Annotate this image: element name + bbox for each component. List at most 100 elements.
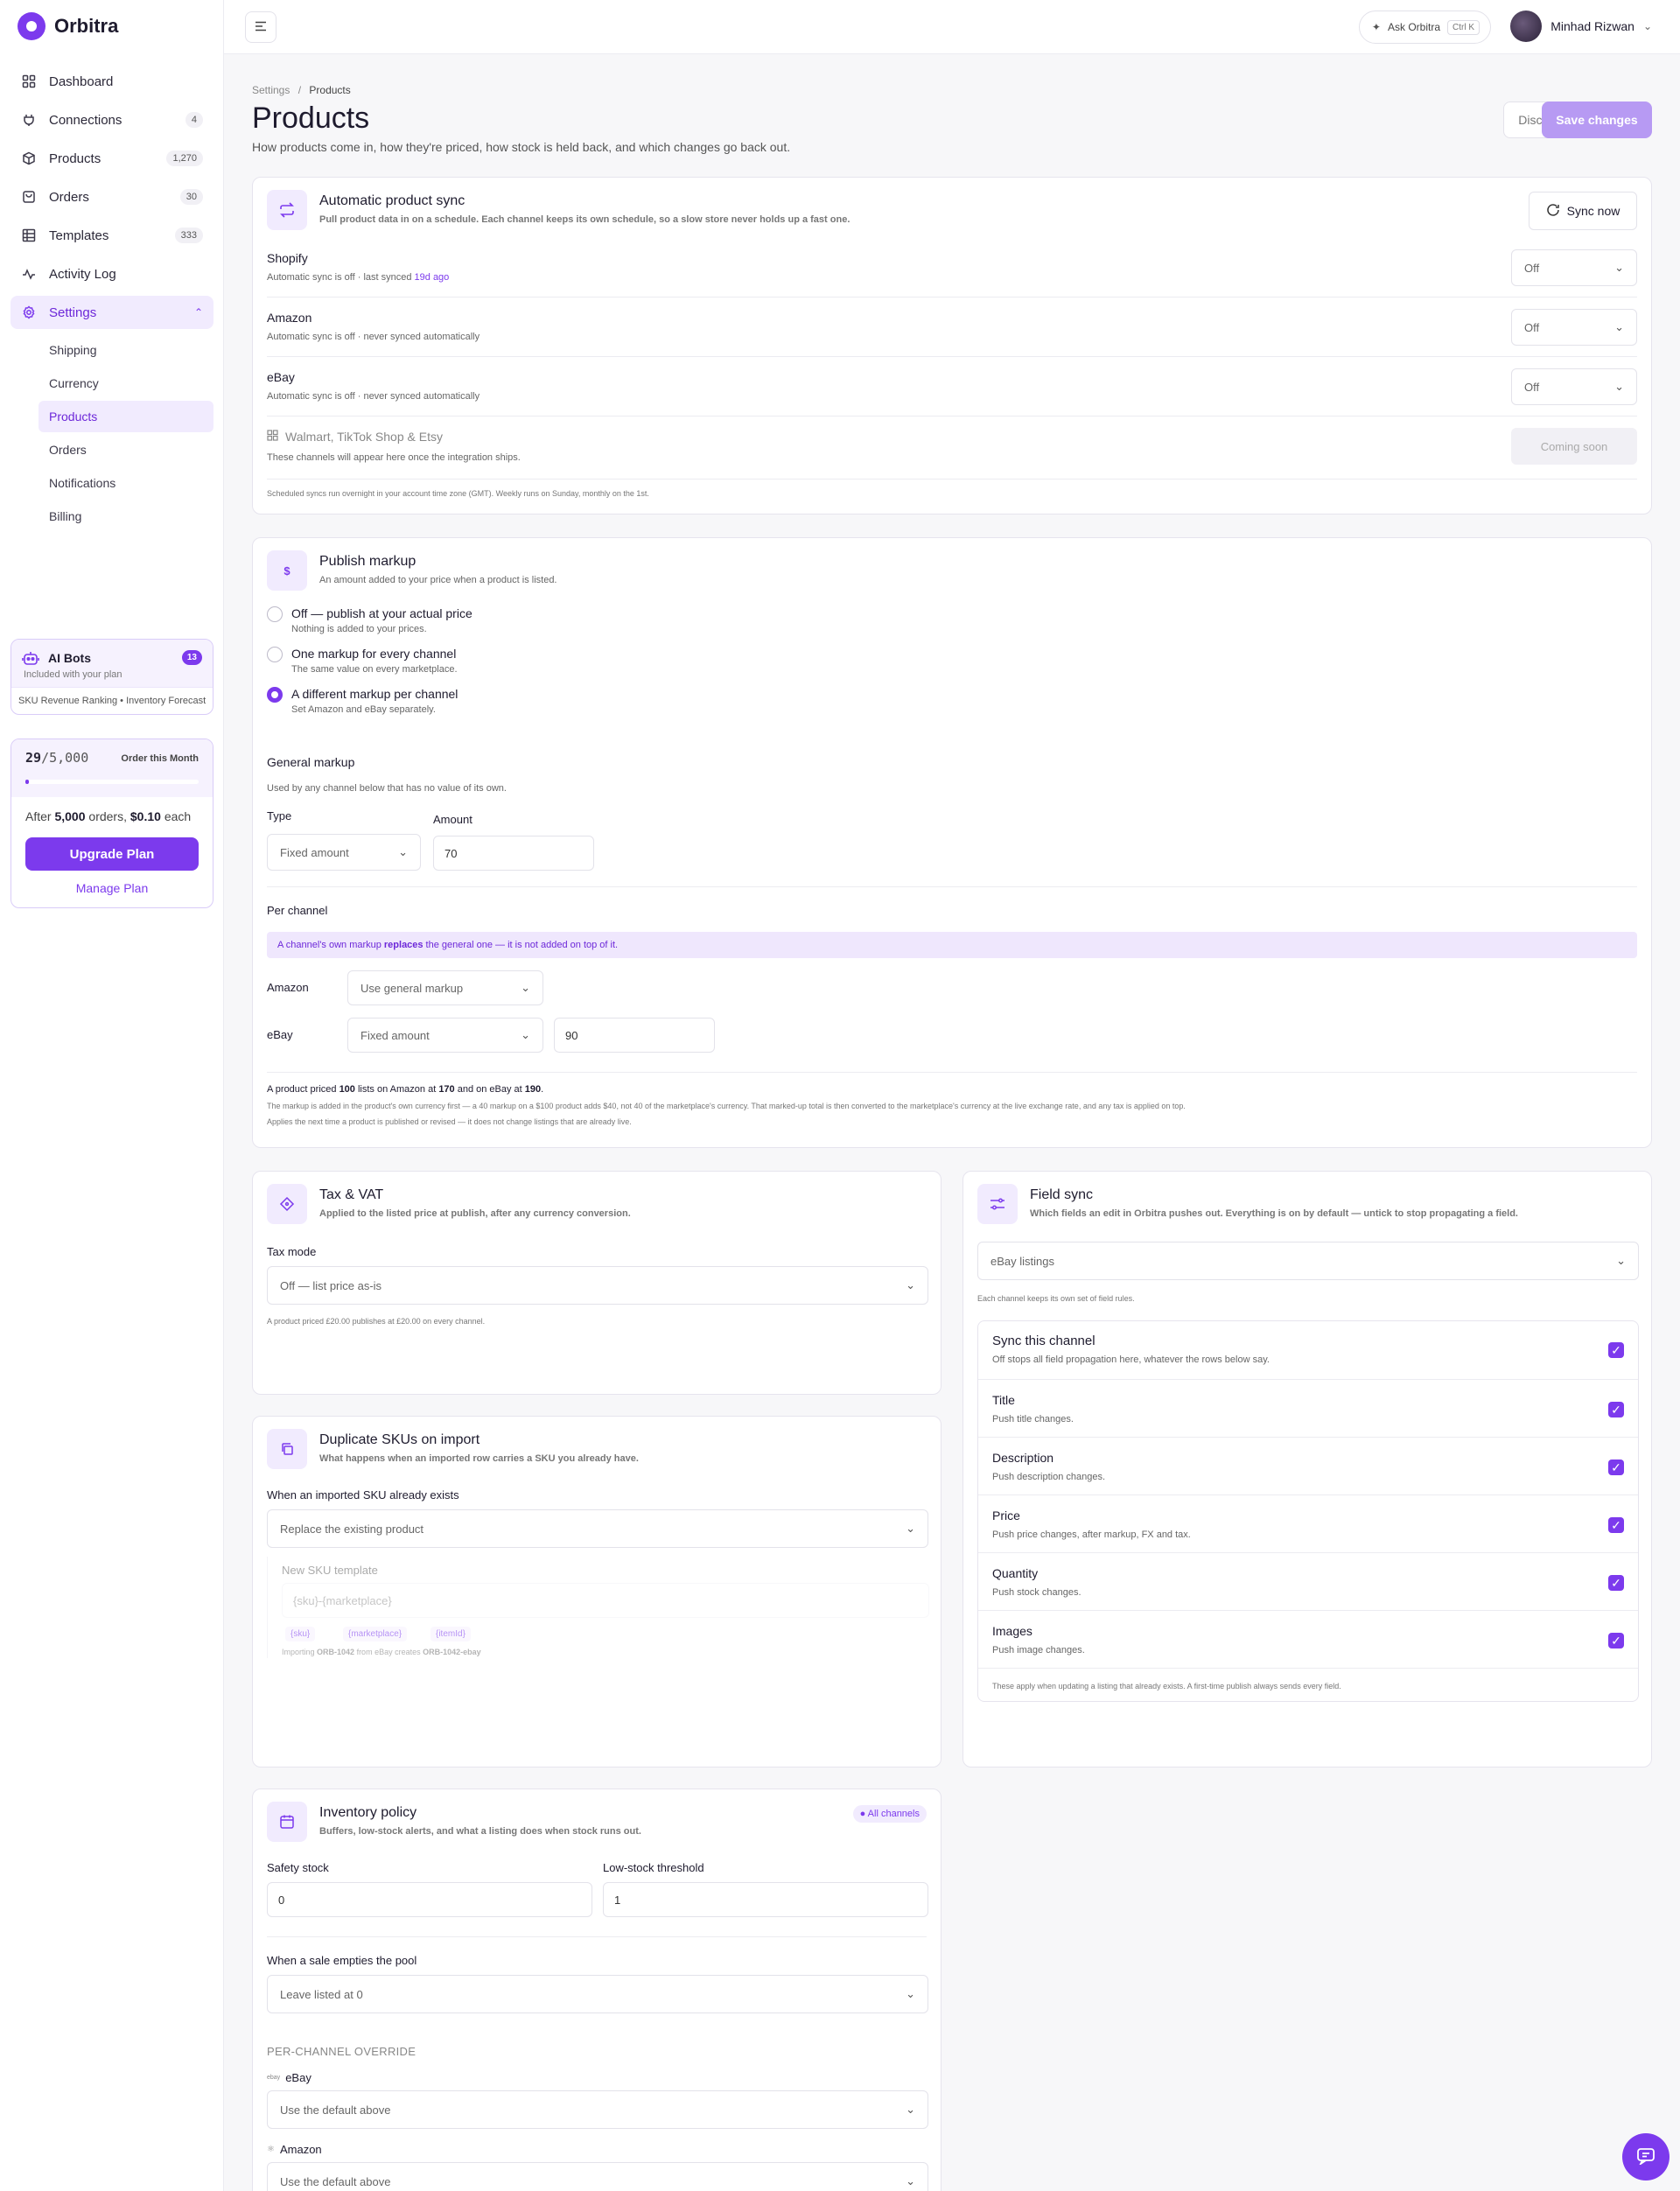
- card-title: Duplicate SKUs on import: [319, 1432, 480, 1447]
- channel-status-ebay: Automatic sync is off · never synced aut…: [267, 391, 480, 402]
- hamburger-icon: [255, 20, 267, 34]
- sku-template-section: New SKU template {sku}-{marketplace} {sk…: [267, 1557, 929, 1658]
- sidebar-item-label: Templates: [49, 228, 109, 243]
- token-chip-marketplace: {marketplace}: [343, 1627, 408, 1642]
- sku-template-input: {sku}-{marketplace}: [282, 1583, 929, 1618]
- sidebar-item-connections[interactable]: Connections 4: [10, 103, 214, 136]
- ebay-schedule-select[interactable]: Off ⌄: [1511, 368, 1637, 405]
- chat-icon: [1636, 2147, 1656, 2167]
- general-markup-amount-input[interactable]: 70: [433, 836, 594, 871]
- radio-sub: The same value on every marketplace.: [291, 664, 458, 675]
- empty-pool-action-select[interactable]: Leave listed at 0 ⌄: [267, 1975, 928, 2013]
- subnav-item-orders[interactable]: Orders: [38, 434, 214, 466]
- page-subtitle: How products come in, how they're priced…: [252, 140, 791, 154]
- app-logo[interactable]: Orbitra: [18, 12, 118, 40]
- ebay-markup-amount-input[interactable]: 90: [554, 1018, 715, 1053]
- empties-label: When a sale empties the pool: [267, 1954, 417, 1967]
- price-sync-checkbox[interactable]: ✓: [1608, 1517, 1624, 1533]
- type-label: Type: [267, 809, 292, 822]
- description-sync-checkbox[interactable]: ✓: [1608, 1460, 1624, 1475]
- manage-plan-link[interactable]: Manage Plan: [11, 871, 213, 907]
- amazon-schedule-select[interactable]: Off ⌄: [1511, 309, 1637, 346]
- plan-usage-card: 29/5,000 Order this Month After 5,000 or…: [10, 738, 214, 908]
- subnav-item-notifications[interactable]: Notifications: [38, 467, 214, 499]
- sidebar-item-templates[interactable]: Templates 333: [10, 219, 214, 252]
- sidebar-item-dashboard[interactable]: Dashboard: [10, 65, 214, 98]
- sync-channel-checkbox[interactable]: ✓: [1608, 1342, 1624, 1358]
- field-rule-sub: Push price changes, after markup, FX and…: [992, 1530, 1191, 1540]
- shortcut-hint: Ctrl K: [1447, 19, 1480, 35]
- tax-mode-select[interactable]: Off — list price as-is ⌄: [267, 1266, 928, 1305]
- menu-toggle-button[interactable]: [245, 11, 276, 43]
- nav-count-badge: 30: [179, 189, 203, 205]
- chevron-down-icon: ⌄: [906, 1278, 915, 1292]
- app-name: Orbitra: [54, 15, 119, 37]
- channel-status-shopify: Automatic sync is off · last synced 19d …: [267, 272, 450, 283]
- avatar: [1510, 10, 1543, 42]
- inventory-policy-card: Inventory policy Buffers, low-stock aler…: [252, 1788, 942, 2191]
- sidebar-item-label: Products: [49, 150, 102, 166]
- ai-bots-card[interactable]: AI Bots Included with your plan 13 SKU R…: [10, 639, 214, 715]
- radio-sub: Nothing is added to your prices.: [291, 624, 427, 634]
- chevron-down-icon: ⌄: [398, 845, 408, 858]
- chevron-up-icon[interactable]: ⌃: [194, 306, 203, 318]
- upgrade-plan-button[interactable]: Upgrade Plan: [25, 837, 199, 871]
- low-stock-threshold-input[interactable]: 1: [603, 1882, 928, 1917]
- sync-now-button[interactable]: Sync now: [1529, 192, 1637, 230]
- ebay-icon: ebay: [267, 2075, 281, 2081]
- chevron-down-icon: ⌄: [1614, 320, 1624, 333]
- subnav-item-currency[interactable]: Currency: [38, 368, 214, 399]
- radio-sub: Set Amazon and eBay separately.: [291, 704, 436, 715]
- field-rule-title: Images: [992, 1624, 1032, 1638]
- sparkle-icon: ✦: [1371, 21, 1381, 33]
- ask-orbitra-button[interactable]: ✦ Ask Orbitra Ctrl K: [1358, 10, 1491, 44]
- sidebar-item-activity-log[interactable]: Activity Log: [10, 257, 214, 290]
- chevron-down-icon: ⌄: [906, 2103, 915, 2116]
- markup-off-radio[interactable]: [267, 606, 283, 622]
- automatic-sync-card: Automatic product sync Pull product data…: [252, 177, 1652, 514]
- general-markup-title: General markup: [267, 755, 355, 769]
- plug-icon: [21, 112, 37, 128]
- title-sync-checkbox[interactable]: ✓: [1608, 1402, 1624, 1418]
- card-subtitle: Which fields an edit in Orbitra pushes o…: [1030, 1208, 1518, 1219]
- general-markup-type-select[interactable]: Fixed amount ⌄: [267, 834, 421, 871]
- sidebar-item-products[interactable]: Products 1,270: [10, 142, 214, 175]
- amazon-markup-select[interactable]: Use general markup ⌄: [347, 970, 543, 1005]
- breadcrumb-settings[interactable]: Settings: [252, 84, 290, 96]
- sidebar-item-label: Orders: [49, 189, 89, 205]
- all-channels-badge: ● All channels: [852, 1805, 927, 1823]
- orders-usage-progress: [25, 780, 199, 784]
- field-rule-title: Title: [992, 1393, 1015, 1407]
- ebay-override-label: ebay eBay: [267, 2071, 312, 2084]
- shopify-schedule-select[interactable]: Off ⌄: [1511, 249, 1637, 286]
- dup-action-select[interactable]: Replace the existing product ⌄: [267, 1509, 928, 1548]
- sidebar-item-orders[interactable]: Orders 30: [10, 180, 214, 214]
- user-name: Minhad Rizwan: [1550, 19, 1634, 33]
- amazon-override-select[interactable]: Use the default above ⌄: [267, 2162, 928, 2191]
- grid-icon: [21, 228, 37, 243]
- field-sync-channel-select[interactable]: eBay listings ⌄: [977, 1242, 1639, 1280]
- subnav-item-billing[interactable]: Billing: [38, 500, 214, 532]
- field-rule-sub: Off stops all field propagation here, wh…: [992, 1354, 1270, 1365]
- subnav-item-shipping[interactable]: Shipping: [38, 334, 214, 366]
- ebay-markup-type-select[interactable]: Fixed amount ⌄: [347, 1018, 543, 1053]
- sidebar-item-settings[interactable]: Settings ⌃: [10, 296, 214, 329]
- card-title: Automatic product sync: [319, 193, 466, 208]
- dollar-icon: $: [267, 550, 307, 591]
- chevron-down-icon: ⌄: [521, 1028, 530, 1041]
- images-sync-checkbox[interactable]: ✓: [1608, 1633, 1624, 1648]
- markup-per-channel-radio[interactable]: [267, 687, 283, 703]
- quantity-sync-checkbox[interactable]: ✓: [1608, 1575, 1624, 1591]
- markup-single-radio[interactable]: [267, 647, 283, 662]
- subnav-item-products[interactable]: Products: [38, 401, 214, 432]
- save-changes-button[interactable]: Save changes: [1542, 102, 1652, 138]
- card-title: Inventory policy: [319, 1805, 417, 1820]
- duplicate-sku-card: Duplicate SKUs on import What happens wh…: [252, 1416, 942, 1768]
- token-chip-sku: {sku}: [285, 1627, 316, 1642]
- breadcrumb-separator: /: [298, 84, 302, 96]
- chat-support-button[interactable]: [1622, 2133, 1670, 2180]
- safety-stock-input[interactable]: 0: [267, 1882, 592, 1917]
- tag-icon: [267, 1184, 307, 1224]
- user-menu[interactable]: Minhad Rizwan ⌄: [1510, 10, 1652, 42]
- ebay-override-select[interactable]: Use the default above ⌄: [267, 2090, 928, 2129]
